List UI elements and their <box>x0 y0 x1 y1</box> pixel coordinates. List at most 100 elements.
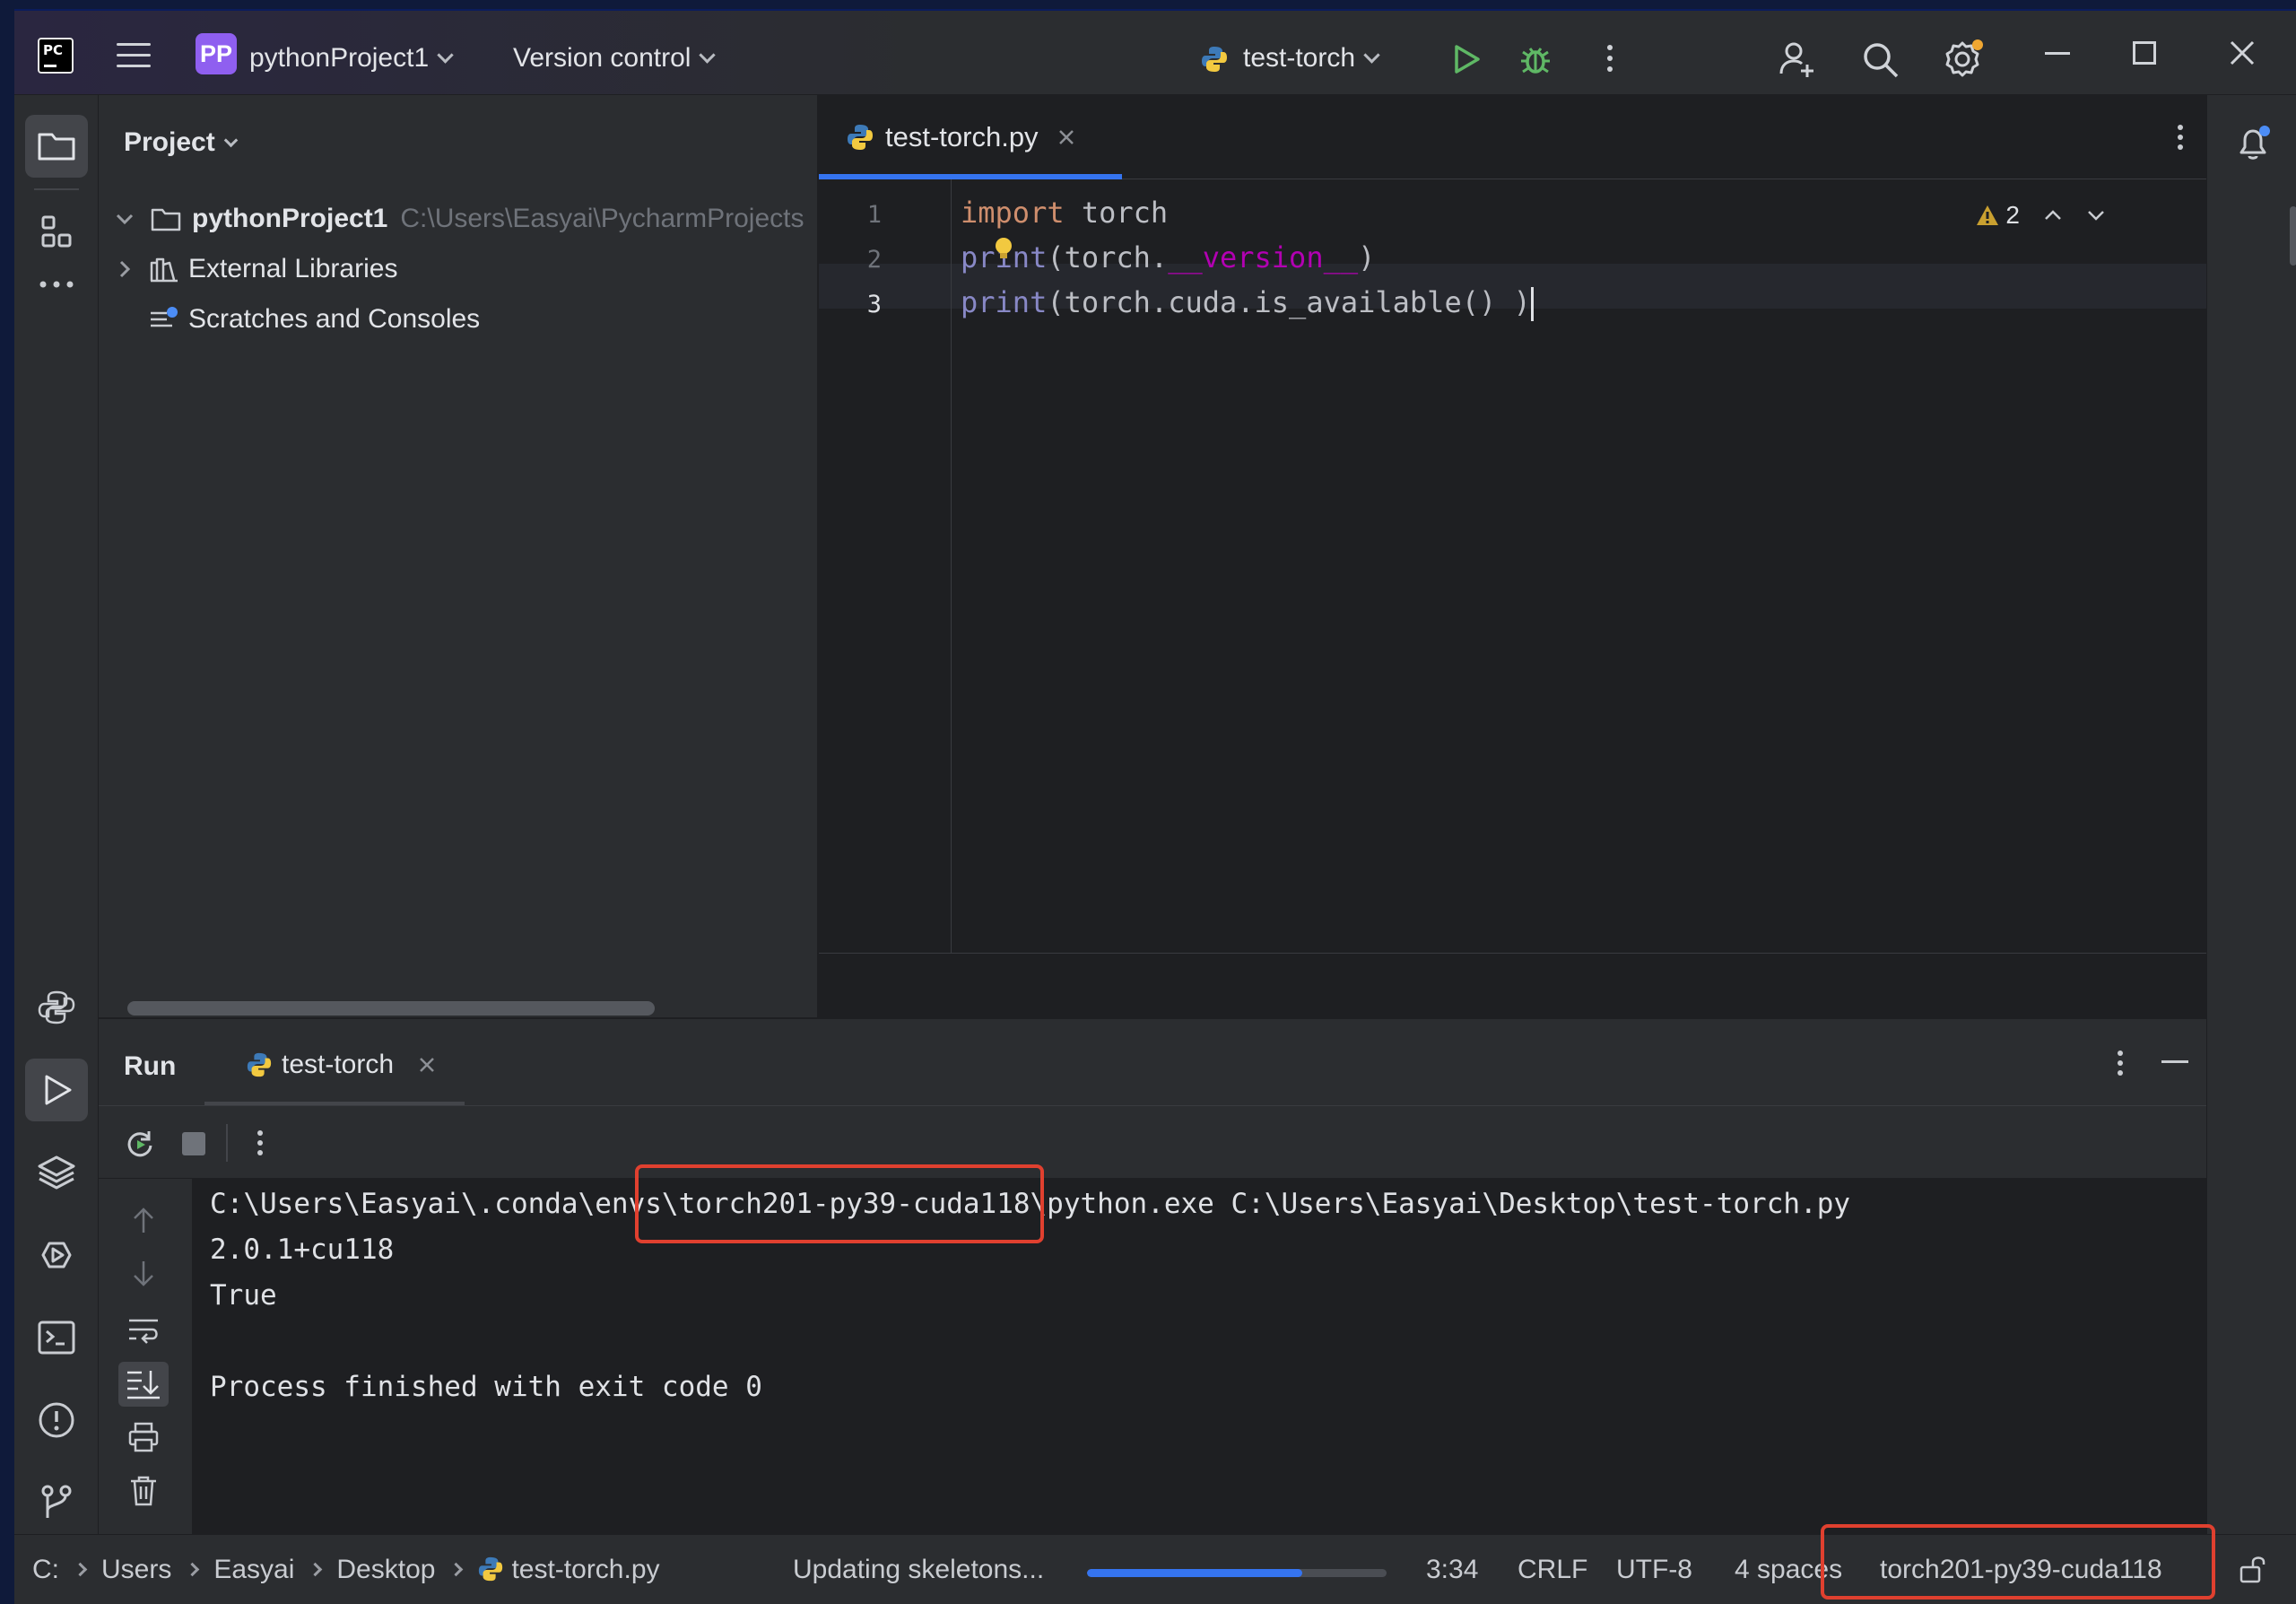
print-icon[interactable] <box>127 1421 160 1453</box>
chevron-right-icon <box>73 1562 88 1577</box>
run-tool-button[interactable] <box>25 1059 88 1121</box>
code-token: import <box>961 196 1065 230</box>
run-toolbar <box>99 1105 2206 1179</box>
file-encoding[interactable]: UTF-8 <box>1616 1555 1692 1585</box>
arrow-down-icon[interactable] <box>131 1260 156 1288</box>
line-separator[interactable]: CRLF <box>1518 1555 1587 1585</box>
inspection-widget[interactable]: 2 <box>1975 201 2106 230</box>
close-icon[interactable] <box>2230 40 2255 65</box>
tree-item-external-libraries[interactable]: External Libraries <box>99 244 819 294</box>
minimize-icon[interactable] <box>2045 52 2070 57</box>
right-tool-strip <box>2206 95 2296 1534</box>
chevron-down-icon[interactable] <box>115 213 135 225</box>
unlock-icon[interactable] <box>2239 1553 2267 1585</box>
breadcrumb-item[interactable]: Desktop <box>336 1555 435 1584</box>
status-bar: C: Users Easyai Desktop test-torch.py Updati… <box>14 1524 2296 1604</box>
project-badge[interactable]: PP <box>196 33 237 74</box>
editor-tab-bar: test-torch.py <box>819 95 2206 179</box>
trash-icon[interactable] <box>129 1475 158 1507</box>
layers-icon <box>38 1155 75 1190</box>
console-line: 2.0.1+cu118 <box>210 1234 395 1266</box>
breadcrumb: C: Users Easyai Desktop test-torch.py <box>32 1555 660 1585</box>
tree-item-scratches[interactable]: Scratches and Consoles <box>99 294 819 344</box>
tree-item-label: pythonProject1 <box>192 204 388 233</box>
close-tab-icon[interactable] <box>419 1057 435 1073</box>
line-gutter: 1 2 3 <box>819 179 952 953</box>
tab-test-torch-py[interactable]: test-torch.py <box>819 95 1122 179</box>
run-config-name: test-torch <box>1243 43 1356 73</box>
chevron-right-icon <box>309 1562 323 1577</box>
git-tool-button[interactable] <box>25 1471 88 1534</box>
progress-fill <box>1087 1569 1303 1577</box>
terminal-tool-button[interactable] <box>25 1306 88 1369</box>
run-icon[interactable] <box>1451 43 1482 75</box>
run-tab-test-torch[interactable]: test-torch <box>246 1050 435 1080</box>
python-icon <box>1200 45 1229 74</box>
breadcrumb-item[interactable]: C: <box>32 1555 59 1584</box>
more-tools-button[interactable] <box>25 253 88 316</box>
title-bar: PC PP pythonProject1 Version control tes… <box>14 11 2296 95</box>
python-console-button[interactable] <box>25 976 88 1039</box>
background-task-label[interactable]: Updating skeletons... <box>793 1555 1044 1585</box>
warning-count: 2 <box>2005 201 2020 229</box>
lightbulb-icon[interactable] <box>993 237 1014 262</box>
breadcrumb-item[interactable]: test-torch.py <box>511 1555 659 1584</box>
horizontal-scrollbar[interactable] <box>127 1001 655 1016</box>
add-user-icon[interactable] <box>1778 39 1817 79</box>
soft-wrap-icon[interactable] <box>127 1315 160 1346</box>
chevron-down-icon[interactable] <box>2086 209 2106 222</box>
text-caret <box>1530 287 1534 321</box>
run-panel-title: Run <box>124 1051 177 1081</box>
run-panel-header: Run test-torch <box>99 1019 2206 1106</box>
project-switcher[interactable]: pythonProject1 <box>249 43 454 74</box>
search-icon[interactable] <box>1862 41 1900 79</box>
problems-tool-button[interactable] <box>25 1389 88 1451</box>
hide-panel-icon[interactable] <box>2161 1060 2188 1064</box>
python-icon <box>246 1051 273 1078</box>
background-task-progress[interactable] <box>1087 1569 1387 1577</box>
run-panel-more-icon[interactable] <box>2117 1050 2124 1077</box>
rerun-icon[interactable] <box>124 1128 156 1160</box>
editor-more-icon[interactable] <box>2177 124 2184 151</box>
tree-item-project-root[interactable]: pythonProject1 C:\Users\Easyai\PycharmPr… <box>99 194 819 244</box>
debug-icon[interactable] <box>1518 41 1553 77</box>
run-toolbar-more-icon[interactable] <box>257 1129 264 1156</box>
run-config-selector[interactable]: test-torch <box>1243 43 1380 74</box>
code-line-3[interactable]: print(torch.cuda.is_available() ) <box>961 285 1534 321</box>
run-tab-label: test-torch <box>282 1050 395 1079</box>
stop-icon[interactable] <box>181 1131 206 1156</box>
main-menu-icon[interactable] <box>117 43 151 70</box>
breadcrumb-item[interactable]: Users <box>101 1555 171 1584</box>
python-file-icon <box>477 1556 504 1582</box>
project-panel: Project pythonProject1 C:\Users\Easyai\P… <box>99 95 819 1017</box>
left-tool-strip <box>14 95 99 1534</box>
notifications-bell-icon[interactable] <box>2234 124 2274 163</box>
run-console-output[interactable]: C:\Users\Easyai\.conda\envs\torch201-py3… <box>192 1164 2206 1536</box>
project-panel-title[interactable]: Project <box>124 127 238 158</box>
more-actions-icon[interactable] <box>1605 43 1614 74</box>
code-line-1[interactable]: import torch <box>961 196 1168 230</box>
chevron-up-icon[interactable] <box>2043 209 2063 222</box>
scroll-to-end-button[interactable] <box>118 1362 169 1407</box>
code-token: (torch. <box>1047 240 1169 275</box>
breadcrumb-item[interactable]: Easyai <box>213 1555 294 1584</box>
layers-tool-button[interactable] <box>25 1141 88 1204</box>
version-control-label: Version control <box>513 43 691 73</box>
chevron-down-icon <box>1363 47 1380 64</box>
folder-icon <box>38 133 75 161</box>
code-token: ) <box>1358 240 1376 275</box>
arrow-up-icon[interactable] <box>131 1206 156 1234</box>
chevron-right-icon[interactable] <box>118 259 131 279</box>
scratches-icon <box>149 306 179 333</box>
vertical-scrollbar[interactable] <box>2290 206 2296 266</box>
caret-position[interactable]: 3:34 <box>1426 1555 1478 1585</box>
services-tool-button[interactable] <box>25 1224 88 1286</box>
settings-gear-icon[interactable] <box>1943 38 1984 79</box>
project-tool-button[interactable] <box>25 115 88 178</box>
interpreter-highlight-box <box>1821 1524 2215 1600</box>
maximize-icon[interactable] <box>2133 41 2156 65</box>
project-title-label: Project <box>124 127 215 157</box>
close-tab-icon[interactable] <box>1058 129 1074 145</box>
code-line-2[interactable]: print(torch.__version__) <box>961 240 1375 275</box>
version-control-menu[interactable]: Version control <box>513 43 717 74</box>
